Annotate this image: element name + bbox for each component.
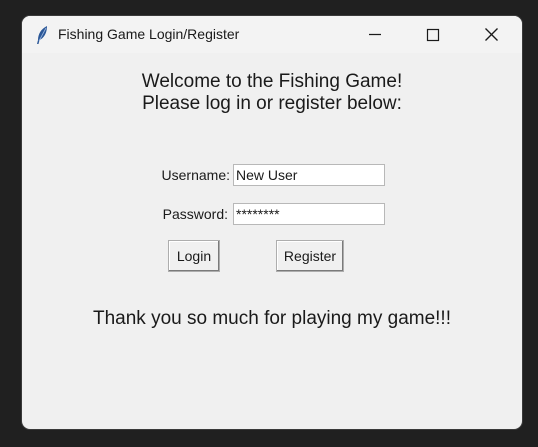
welcome-message: Welcome to the Fishing Game! Please log … — [22, 71, 522, 115]
minimize-icon — [369, 33, 381, 36]
username-label: Username: — [161, 167, 230, 183]
window-title: Fishing Game Login/Register — [58, 26, 240, 42]
title-bar[interactable]: Fishing Game Login/Register — [22, 16, 522, 53]
thanks-message: Thank you so much for playing my game!!! — [93, 308, 451, 329]
maximize-button[interactable] — [410, 16, 456, 53]
login-window: Fishing Game Login/Register Welcome to t… — [22, 16, 522, 429]
password-label: Password: — [162, 206, 228, 222]
maximize-icon — [426, 28, 440, 42]
login-button[interactable]: Login — [168, 240, 220, 272]
feather-icon — [35, 25, 49, 45]
register-button[interactable]: Register — [276, 240, 344, 272]
minimize-button[interactable] — [352, 16, 398, 53]
welcome-line-2: Please log in or register below: — [142, 93, 402, 114]
close-icon — [485, 28, 498, 41]
close-button[interactable] — [468, 16, 514, 53]
welcome-line-1: Welcome to the Fishing Game! — [141, 71, 403, 92]
password-input[interactable] — [233, 203, 385, 225]
username-input[interactable] — [233, 164, 385, 186]
